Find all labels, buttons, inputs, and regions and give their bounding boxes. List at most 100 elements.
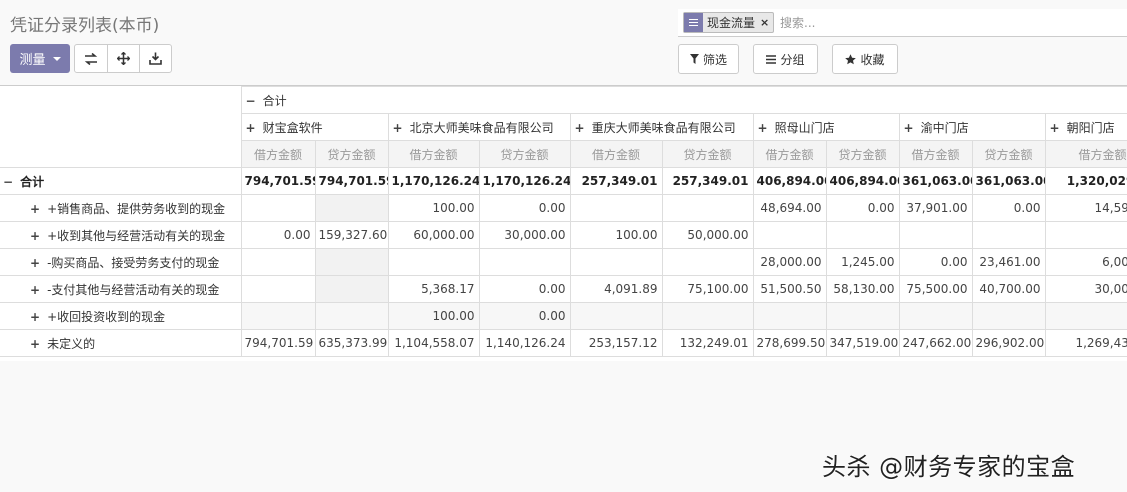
measure-button[interactable]: 测量 bbox=[10, 44, 70, 73]
value-cell[interactable]: 0.00 bbox=[825, 194, 900, 222]
value-cell[interactable] bbox=[569, 302, 663, 330]
value-cell[interactable]: 1,269,435.56 bbox=[1044, 329, 1127, 357]
value-cell[interactable]: 40,700.00 bbox=[971, 275, 1046, 303]
total-cell[interactable]: 361,063.00 bbox=[898, 167, 973, 195]
value-cell[interactable]: 30,000.00 bbox=[1044, 275, 1127, 303]
col-header-group[interactable]: + 北京大师美味食品有限公司 bbox=[387, 113, 571, 141]
value-cell[interactable]: 0.00 bbox=[240, 221, 316, 249]
value-cell[interactable]: 4,091.89 bbox=[569, 275, 663, 303]
value-cell[interactable]: 51,500.50 bbox=[752, 275, 827, 303]
total-cell[interactable]: 1,170,126.24 bbox=[478, 167, 571, 195]
value-cell[interactable] bbox=[661, 248, 754, 276]
value-cell[interactable]: 30,000.00 bbox=[478, 221, 571, 249]
total-cell[interactable]: 794,701.59 bbox=[240, 167, 316, 195]
col-header-group[interactable]: + 朝阳门店 bbox=[1044, 113, 1127, 141]
value-cell[interactable]: 635,373.99 bbox=[314, 329, 389, 357]
value-cell[interactable]: 23,461.00 bbox=[971, 248, 1046, 276]
value-cell[interactable] bbox=[240, 194, 316, 222]
value-cell[interactable]: 60,000.00 bbox=[387, 221, 480, 249]
value-cell[interactable] bbox=[387, 248, 480, 276]
measure-header-debit[interactable]: 借方金额 bbox=[240, 140, 316, 168]
value-cell[interactable]: 296,902.00 bbox=[971, 329, 1046, 357]
total-cell[interactable]: 1,170,126.24 bbox=[387, 167, 480, 195]
measure-header-debit[interactable]: 借方金额 bbox=[387, 140, 480, 168]
row-header[interactable]: + -支付其他与经营活动有关的现金 bbox=[0, 275, 242, 303]
value-cell[interactable] bbox=[1044, 221, 1127, 249]
value-cell[interactable] bbox=[825, 302, 900, 330]
total-cell[interactable]: 406,894.00 bbox=[825, 167, 900, 195]
flip-axis-button[interactable] bbox=[75, 45, 107, 72]
col-header-total[interactable]: − 合计 bbox=[240, 86, 1127, 114]
value-cell[interactable] bbox=[752, 302, 827, 330]
value-cell[interactable]: 48,694.00 bbox=[752, 194, 827, 222]
value-cell[interactable]: 75,100.00 bbox=[661, 275, 754, 303]
measure-header-debit[interactable]: 借方金额 bbox=[752, 140, 827, 168]
value-cell[interactable] bbox=[661, 194, 754, 222]
col-header-group[interactable]: + 照母山门店 bbox=[752, 113, 900, 141]
col-header-group[interactable]: + 渝中门店 bbox=[898, 113, 1046, 141]
measure-header-credit[interactable]: 贷方金额 bbox=[478, 140, 571, 168]
value-cell[interactable] bbox=[314, 194, 389, 222]
value-cell[interactable]: 0.00 bbox=[898, 248, 973, 276]
col-header-group[interactable]: + 重庆大师美味食品有限公司 bbox=[569, 113, 754, 141]
value-cell[interactable]: 794,701.59 bbox=[240, 329, 316, 357]
value-cell[interactable] bbox=[1044, 302, 1127, 330]
value-cell[interactable]: 0.00 bbox=[478, 194, 571, 222]
value-cell[interactable] bbox=[478, 248, 571, 276]
value-cell[interactable]: 1,104,558.07 bbox=[387, 329, 480, 357]
value-cell[interactable] bbox=[752, 221, 827, 249]
value-cell[interactable]: 278,699.50 bbox=[752, 329, 827, 357]
value-cell[interactable]: 50,000.00 bbox=[661, 221, 754, 249]
value-cell[interactable] bbox=[314, 302, 389, 330]
value-cell[interactable] bbox=[314, 248, 389, 276]
value-cell[interactable]: 253,157.12 bbox=[569, 329, 663, 357]
row-header[interactable]: + +销售商品、提供劳务收到的现金 bbox=[0, 194, 242, 222]
value-cell[interactable]: 5,368.17 bbox=[387, 275, 480, 303]
value-cell[interactable]: 1,140,126.24 bbox=[478, 329, 571, 357]
value-cell[interactable] bbox=[971, 302, 1046, 330]
total-cell[interactable]: 257,349.01 bbox=[569, 167, 663, 195]
measure-header-credit[interactable]: 贷方金额 bbox=[661, 140, 754, 168]
remove-facet-icon[interactable]: × bbox=[758, 13, 773, 32]
value-cell[interactable] bbox=[971, 221, 1046, 249]
value-cell[interactable]: 100.00 bbox=[387, 194, 480, 222]
value-cell[interactable] bbox=[240, 248, 316, 276]
value-cell[interactable] bbox=[825, 221, 900, 249]
value-cell[interactable]: 58,130.00 bbox=[825, 275, 900, 303]
col-header-group[interactable]: + 财宝盒软件 bbox=[240, 113, 389, 141]
download-button[interactable] bbox=[139, 45, 171, 72]
total-cell[interactable]: 257,349.01 bbox=[661, 167, 754, 195]
measure-header-credit[interactable]: 贷方金额 bbox=[825, 140, 900, 168]
value-cell[interactable]: 37,901.00 bbox=[898, 194, 973, 222]
value-cell[interactable]: 28,000.00 bbox=[752, 248, 827, 276]
value-cell[interactable]: 132,249.01 bbox=[661, 329, 754, 357]
value-cell[interactable]: 347,519.00 bbox=[825, 329, 900, 357]
value-cell[interactable] bbox=[898, 302, 973, 330]
value-cell[interactable] bbox=[314, 275, 389, 303]
measure-header-debit[interactable]: 借方金额 bbox=[1044, 140, 1127, 168]
value-cell[interactable]: 0.00 bbox=[478, 302, 571, 330]
group-by-button[interactable]: 分组 bbox=[753, 44, 818, 74]
value-cell[interactable] bbox=[240, 302, 316, 330]
filter-button[interactable]: 筛选 bbox=[678, 44, 739, 74]
value-cell[interactable]: 247,662.00 bbox=[898, 329, 973, 357]
value-cell[interactable]: 100.00 bbox=[387, 302, 480, 330]
measure-header-debit[interactable]: 借方金额 bbox=[898, 140, 973, 168]
total-cell[interactable]: 1,320,029.56 bbox=[1044, 167, 1127, 195]
search-input[interactable] bbox=[780, 13, 1080, 33]
value-cell[interactable]: 159,327.60 bbox=[314, 221, 389, 249]
value-cell[interactable]: 0.00 bbox=[971, 194, 1046, 222]
row-header-total[interactable]: − 合计 bbox=[0, 167, 242, 195]
measure-header-credit[interactable]: 贷方金额 bbox=[971, 140, 1046, 168]
expand-all-button[interactable] bbox=[107, 45, 139, 72]
row-header[interactable]: + -购买商品、接受劳务支付的现金 bbox=[0, 248, 242, 276]
row-header[interactable]: + +收回投资收到的现金 bbox=[0, 302, 242, 330]
value-cell[interactable]: 14,594.00 bbox=[1044, 194, 1127, 222]
value-cell[interactable] bbox=[240, 275, 316, 303]
value-cell[interactable] bbox=[898, 221, 973, 249]
value-cell[interactable] bbox=[569, 194, 663, 222]
row-header[interactable]: + +收到其他与经营活动有关的现金 bbox=[0, 221, 242, 249]
favorites-button[interactable]: 收藏 bbox=[832, 44, 898, 74]
total-cell[interactable]: 794,701.59 bbox=[314, 167, 389, 195]
total-cell[interactable]: 406,894.00 bbox=[752, 167, 827, 195]
